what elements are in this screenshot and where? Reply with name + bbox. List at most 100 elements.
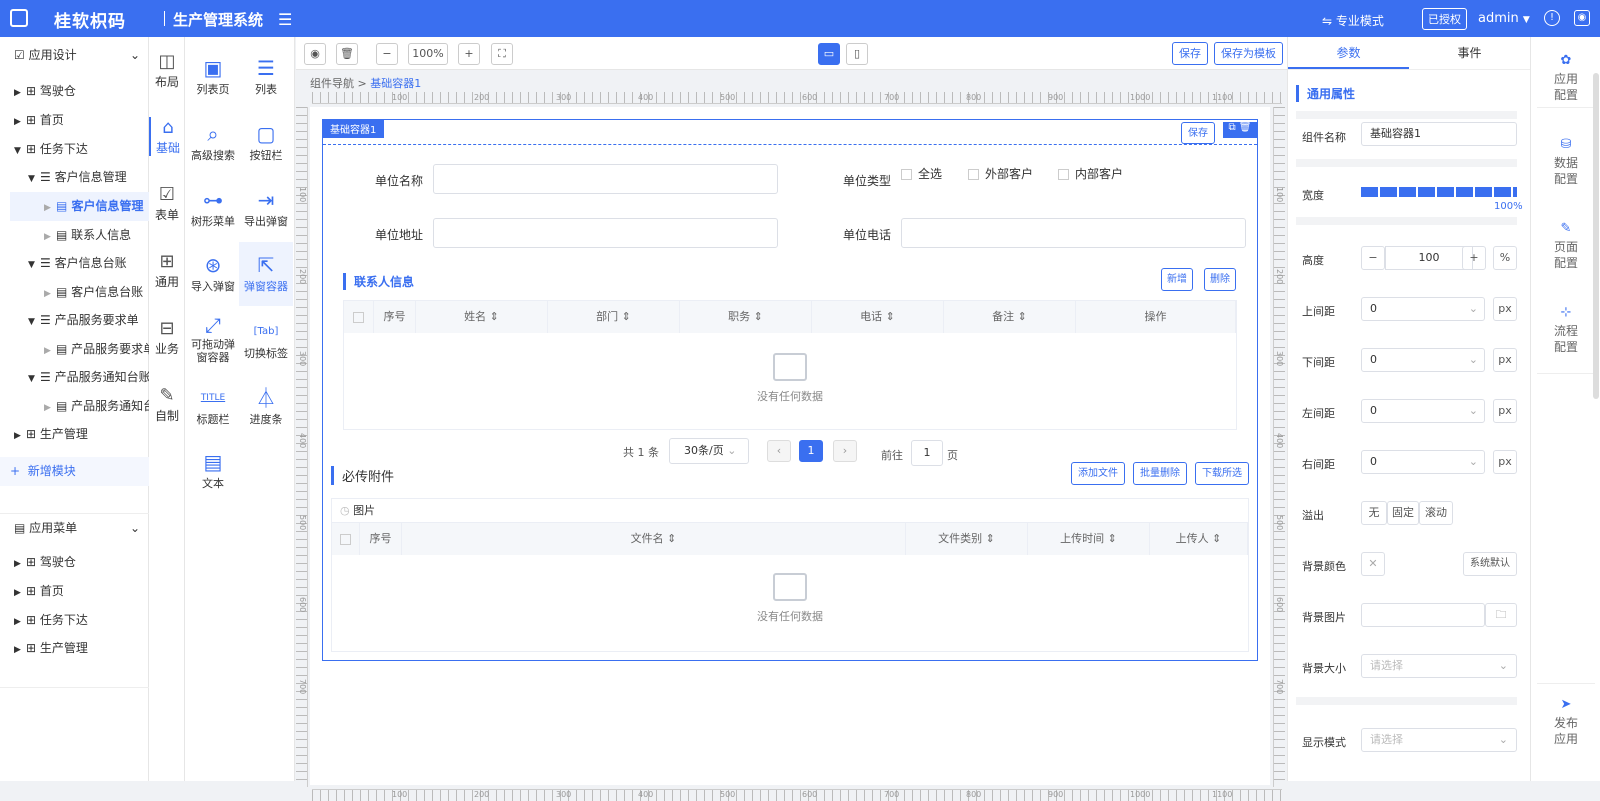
download-selected-button[interactable]: 下载所选 [1195, 462, 1249, 485]
zoom-level[interactable]: 100% [408, 43, 448, 65]
page-config-button[interactable]: ✎ 页面 配置 [1531, 221, 1600, 271]
batch-delete-button[interactable]: 批量删除 [1133, 462, 1187, 485]
col-header[interactable]: 部门 ⇕ [548, 301, 680, 333]
menu-item[interactable]: ▶ ⊞ 驾驶仓 [0, 548, 149, 577]
unit-address-input[interactable] [433, 218, 778, 248]
select-all-cell[interactable] [344, 301, 374, 333]
col-header[interactable]: 文件类别 ⇕ [906, 523, 1028, 555]
col-header[interactable]: 文件名 ⇕ [402, 523, 906, 555]
bg-image-input[interactable] [1361, 603, 1485, 627]
tree-item[interactable]: ▶ ⊞ 生产管理 [0, 420, 149, 449]
margin-bottom-select[interactable]: 0 ⌄ [1361, 348, 1485, 372]
comp-import-dialog[interactable]: ⊛ 导入弹窗 [186, 252, 240, 294]
external-customer-checkbox[interactable]: 外部客户 [968, 165, 1033, 182]
comp-button-bar[interactable]: ▢ 按钮栏 [239, 121, 293, 163]
tree-item[interactable]: ▶ ▤ 产品服务要求单 [0, 335, 149, 364]
category-business[interactable]: ⊟ 业务 [149, 318, 185, 357]
comp-title-bar[interactable]: TITLE 标题栏 [186, 385, 240, 427]
bg-size-select[interactable]: 请选择 ⌄ [1361, 654, 1517, 678]
copy-delete-icons[interactable]: ⧉ 🗑 [1223, 122, 1257, 138]
height-decrement[interactable]: − [1361, 246, 1385, 270]
select-all-cell[interactable] [332, 523, 360, 555]
margin-right-unit[interactable]: px [1493, 450, 1517, 474]
user-menu[interactable]: admin ▼ [1478, 11, 1530, 26]
goto-input[interactable]: 1 [911, 440, 943, 466]
internal-customer-checkbox[interactable]: 内部客户 [1058, 165, 1123, 182]
page-number[interactable]: 1 [799, 440, 823, 462]
category-basic[interactable]: ⌂ 基础 [149, 117, 185, 156]
tree-item[interactable]: ▼ ☰ 客户信息台账 [0, 249, 149, 278]
category-custom[interactable]: ✎ 自制 [149, 385, 185, 424]
comp-tree-menu[interactable]: ⊶ 树形菜单 [186, 187, 240, 229]
comp-advanced-search[interactable]: ⌕ 高级搜索 [186, 121, 240, 163]
tree-item[interactable]: ▼ ☰ 产品服务要求单 [0, 306, 149, 335]
comp-text[interactable]: ▤ 文本 [186, 449, 240, 491]
tab-params[interactable]: 参数 [1288, 37, 1409, 69]
comp-draggable-dialog[interactable]: ⤢ 可拖动弹窗容器 [186, 312, 240, 364]
tab-events[interactable]: 事件 [1409, 37, 1530, 69]
zoom-out-button[interactable]: − [376, 43, 398, 65]
tree-item-selected[interactable]: ▶ ▤ 客户信息管理 [10, 192, 149, 221]
app-design-header[interactable]: ☑ 应用设计 ⌄ [0, 41, 149, 70]
tree-item[interactable]: ▶ ▤ 产品服务通知台 [0, 392, 149, 421]
info-icon[interactable]: ! [1544, 10, 1560, 26]
category-layout[interactable]: ◫ 布局 [149, 51, 185, 90]
flow-config-button[interactable]: ⊹ 流程 配置 [1531, 305, 1600, 355]
tree-item[interactable]: ▶ ⊞ 首页 [0, 106, 149, 135]
tree-item[interactable]: ▶ ▤ 联系人信息 [0, 221, 149, 250]
col-header[interactable]: 上传人 ⇕ [1150, 523, 1248, 555]
comp-switch-tabs[interactable]: [Tab] 切换标签 [239, 319, 293, 361]
width-slider[interactable] [1361, 187, 1517, 197]
publish-app-button[interactable]: ➤ 发布 应用 [1531, 697, 1600, 747]
scrollbar[interactable] [1593, 73, 1599, 399]
unit-phone-input[interactable] [901, 218, 1246, 248]
eye-icon[interactable]: ◉ [304, 43, 326, 65]
overflow-fixed[interactable]: 固定 [1387, 501, 1419, 525]
next-page-button[interactable]: › [833, 440, 857, 462]
add-module-button[interactable]: + 新增模块 [0, 457, 149, 486]
save-as-template-button[interactable]: 保存为模板 [1214, 42, 1283, 65]
preview-icon[interactable]: ◉ [1574, 10, 1590, 26]
comp-export-dialog[interactable]: ⇥ 导出弹窗 [239, 187, 293, 229]
data-config-button[interactable]: ⛁ 数据 配置 [1531, 137, 1600, 187]
bg-color-picker[interactable]: ✕ [1361, 552, 1385, 576]
col-header[interactable]: 上传时间 ⇕ [1028, 523, 1150, 555]
display-mode-select[interactable]: 请选择 ⌄ [1361, 728, 1517, 752]
margin-left-select[interactable]: 0 ⌄ [1361, 399, 1485, 423]
prev-page-button[interactable]: ‹ [767, 440, 791, 462]
menu-item[interactable]: ▶ ⊞ 生产管理 [0, 634, 149, 663]
tree-item[interactable]: ▶ ▤ 客户信息台账 [0, 278, 149, 307]
category-form[interactable]: ☑ 表单 [149, 184, 185, 223]
col-header[interactable]: 职务 ⇕ [680, 301, 812, 333]
height-unit[interactable]: % [1493, 246, 1517, 270]
container-save-button[interactable]: 保存 [1181, 122, 1215, 144]
unit-name-input[interactable] [433, 164, 778, 194]
comp-dialog-container[interactable]: ⇱ 弹窗容器 [239, 242, 293, 306]
home-icon[interactable] [10, 9, 28, 27]
zoom-in-button[interactable]: + [458, 43, 480, 65]
height-increment[interactable]: + [1462, 246, 1486, 270]
category-general[interactable]: ⊞ 通用 [149, 251, 185, 290]
margin-right-select[interactable]: 0 ⌄ [1361, 450, 1485, 474]
select-all-checkbox[interactable]: 全选 [901, 165, 942, 182]
save-button[interactable]: 保存 [1172, 42, 1208, 65]
comp-name-input[interactable]: 基础容器1 [1361, 122, 1517, 146]
tree-item[interactable]: ▼ ⊞ 任务下达 [0, 135, 149, 164]
contacts-delete-button[interactable]: 删除 [1204, 268, 1236, 291]
folder-icon[interactable]: 🗀 [1485, 603, 1517, 627]
comp-list-page[interactable]: ▣ 列表页 [186, 55, 240, 97]
add-file-button[interactable]: 添加文件 [1071, 462, 1125, 485]
mobile-view-icon[interactable]: ▯ [846, 43, 868, 65]
margin-left-unit[interactable]: px [1493, 399, 1517, 423]
contacts-add-button[interactable]: 新增 [1161, 268, 1193, 291]
app-menu-header[interactable]: ▤ 应用菜单 ⌄ [0, 513, 149, 542]
breadcrumb-root[interactable]: 组件导航 [310, 77, 354, 90]
group-row-images[interactable]: ◷ 图片 [332, 499, 1248, 523]
page-size-select[interactable]: 30条/页 ⌄ [669, 438, 749, 464]
col-header[interactable]: 电话 ⇕ [812, 301, 944, 333]
margin-bottom-unit[interactable]: px [1493, 348, 1517, 372]
pro-mode-toggle[interactable]: ⇋ 专业模式 [1322, 12, 1384, 29]
overflow-scroll[interactable]: 滚动 [1419, 501, 1453, 525]
menu-item[interactable]: ▶ ⊞ 首页 [0, 577, 149, 606]
comp-list[interactable]: ☰ 列表 [239, 55, 293, 97]
